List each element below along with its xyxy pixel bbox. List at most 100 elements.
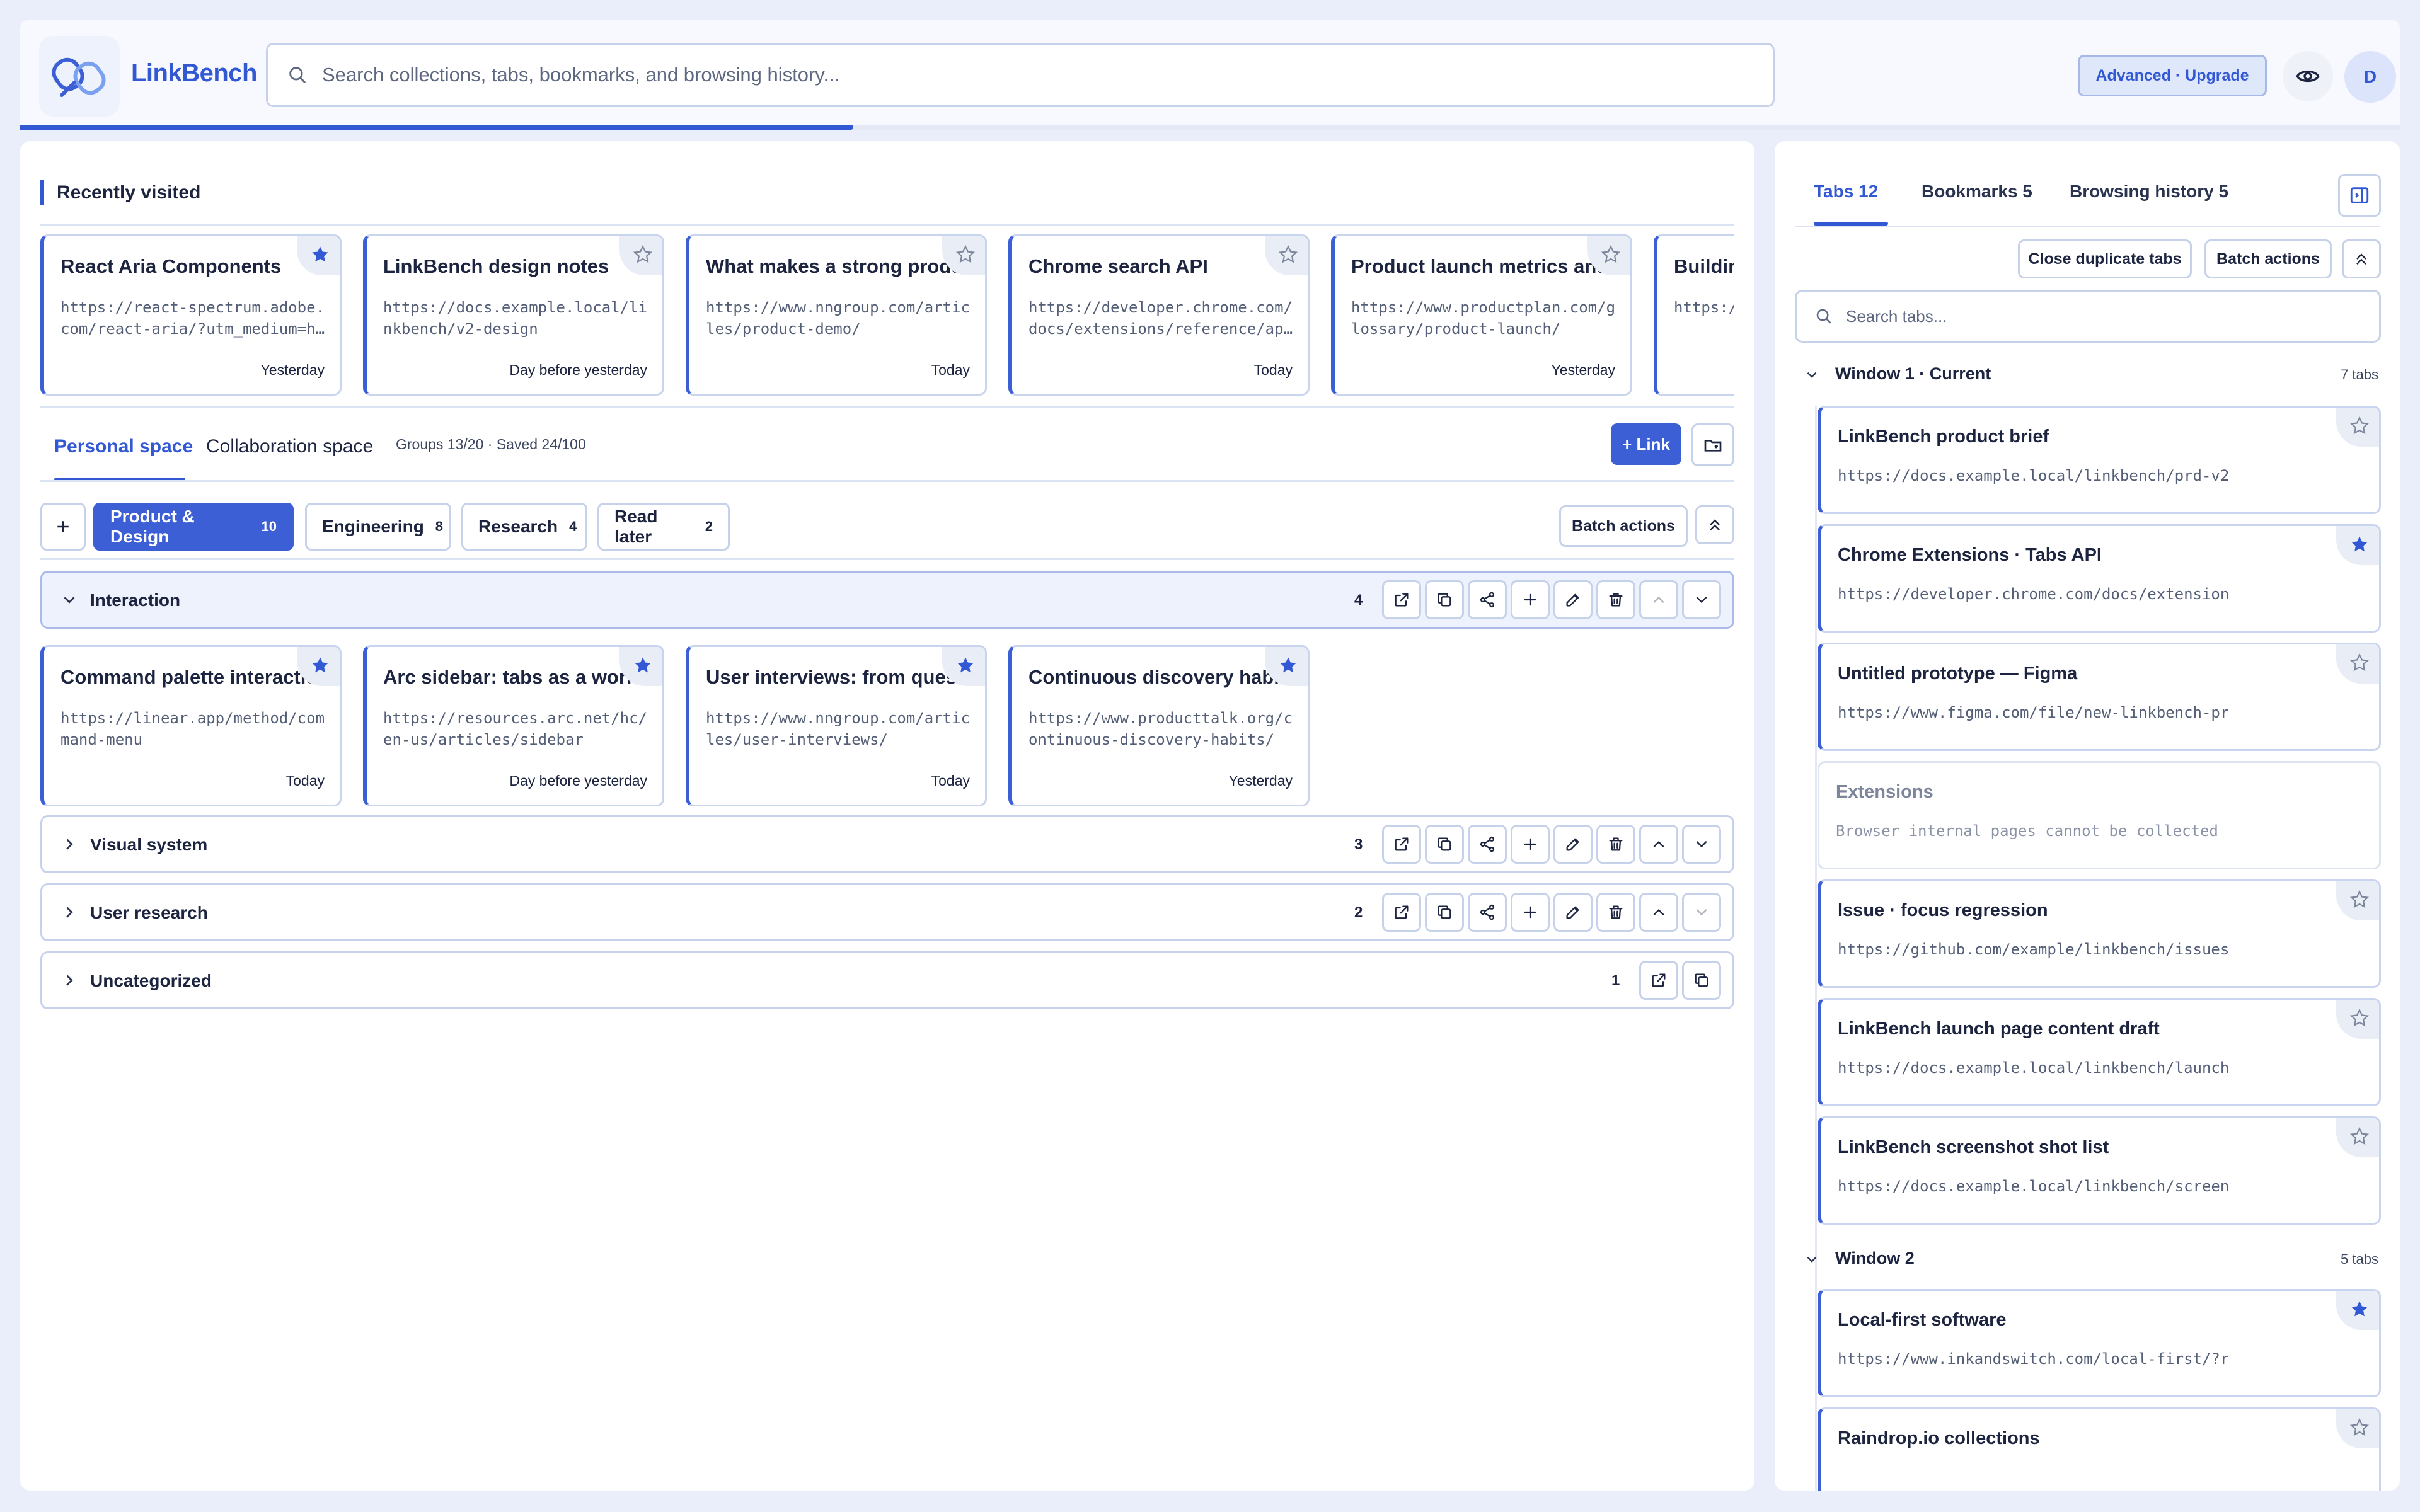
copy-links-button[interactable] — [1425, 580, 1464, 619]
visibility-toggle-button[interactable] — [2283, 51, 2333, 101]
chevron-down-icon[interactable] — [60, 590, 79, 609]
tab-search-input[interactable]: Search tabs... — [1795, 290, 2381, 343]
open-all-button[interactable] — [1382, 825, 1421, 864]
divider — [40, 224, 1734, 226]
group-chip[interactable]: Product & Design 10 — [93, 503, 294, 551]
link-card[interactable]: What makes a strong product https://www.n… — [686, 234, 987, 396]
share-group-button[interactable] — [1468, 825, 1507, 864]
edit-group-button[interactable] — [1553, 580, 1593, 619]
delete-group-button[interactable] — [1596, 580, 1635, 619]
edit-group-button[interactable] — [1553, 825, 1593, 864]
star-outline-icon[interactable] — [2336, 408, 2379, 447]
tab-item[interactable]: Untitled prototype — Figma https://www.fi… — [1818, 643, 2381, 751]
new-folder-button[interactable] — [1691, 423, 1734, 466]
add-group-button[interactable] — [40, 503, 86, 551]
link-card[interactable]: React Aria Components https://react-spect… — [40, 234, 342, 396]
chevron-right-icon[interactable] — [60, 903, 79, 922]
tabs-batch-actions-button[interactable]: Batch actions — [2204, 239, 2332, 278]
move-up-button[interactable] — [1639, 580, 1678, 619]
batch-actions-button[interactable]: Batch actions — [1559, 505, 1688, 547]
link-card[interactable]: Command palette interaction https://linea… — [40, 645, 342, 806]
divider — [40, 406, 1734, 408]
upgrade-button[interactable]: Advanced · Upgrade — [2078, 55, 2267, 96]
edit-group-button[interactable] — [1553, 893, 1593, 932]
share-group-button[interactable] — [1468, 893, 1507, 932]
chevron-right-icon[interactable] — [60, 971, 79, 990]
external-link-icon — [1393, 835, 1410, 853]
group-chip[interactable]: Engineering 8 — [305, 503, 451, 551]
collection-group[interactable]: User research 2 — [40, 883, 1734, 941]
tab-item-url: https://docs.example.local/linkbench/prd… — [1838, 467, 2228, 484]
link-card-time: Day before yesterday — [509, 772, 647, 789]
tab-item[interactable]: LinkBench launch page content draft https… — [1818, 998, 2381, 1106]
tab-item[interactable]: Issue · focus regression https://github.c… — [1818, 879, 2381, 988]
collection-group[interactable]: Visual system 3 — [40, 815, 1734, 873]
star-filled-icon[interactable] — [2336, 1291, 2379, 1330]
tab-collaboration-space[interactable]: Collaboration space — [206, 436, 373, 457]
link-card[interactable]: Buildin https:/ — [1654, 234, 1734, 396]
add-link-button[interactable]: + Link — [1611, 423, 1681, 465]
group-chip[interactable]: Read later 2 — [597, 503, 730, 551]
panel-toggle-button[interactable] — [2338, 174, 2381, 217]
collection-group[interactable]: Interaction 4 — [40, 571, 1734, 629]
user-avatar[interactable]: D — [2344, 51, 2396, 103]
chevron-right-icon[interactable] — [60, 835, 79, 854]
tab-tabs[interactable]: Tabs 12 — [1814, 181, 1878, 202]
open-all-button[interactable] — [1382, 893, 1421, 932]
open-all-button[interactable] — [1639, 961, 1678, 1000]
tab-personal-space[interactable]: Personal space — [54, 436, 193, 457]
copy-links-button[interactable] — [1682, 961, 1721, 1000]
group-chip[interactable]: Research 4 — [461, 503, 587, 551]
star-outline-icon[interactable] — [2336, 1000, 2379, 1039]
window-1-header[interactable]: Window 1 · Current 7 tabs — [1799, 362, 2378, 387]
tab-bookmarks[interactable]: Bookmarks 5 — [1922, 181, 2032, 202]
move-down-button[interactable] — [1682, 825, 1721, 864]
move-up-button[interactable] — [1639, 825, 1678, 864]
delete-group-button[interactable] — [1596, 825, 1635, 864]
trash-icon — [1607, 835, 1625, 853]
link-card-time: Today — [931, 772, 970, 789]
star-outline-icon[interactable] — [2336, 881, 2379, 920]
chevron-down-icon — [1693, 835, 1710, 853]
link-card[interactable]: Arc sidebar: tabs as a worksp https://res… — [363, 645, 664, 806]
add-to-group-button[interactable] — [1511, 825, 1550, 864]
link-card[interactable]: Product launch metrics and re https://www… — [1331, 234, 1632, 396]
window-name: Window 2 — [1835, 1249, 1915, 1268]
add-to-group-button[interactable] — [1511, 580, 1550, 619]
tab-item[interactable]: LinkBench product brief https://docs.exam… — [1818, 406, 2381, 514]
pencil-icon — [1564, 903, 1582, 921]
tab-item[interactable]: Raindrop.io collections — [1818, 1407, 2381, 1491]
link-card-url: https://www.nngroup.com/articles/product… — [706, 299, 971, 338]
collapse-windows-button[interactable] — [2342, 239, 2381, 278]
move-down-button[interactable] — [1682, 580, 1721, 619]
move-up-button[interactable] — [1639, 893, 1678, 932]
collection-group[interactable]: Uncategorized 1 — [40, 951, 1734, 1009]
link-card[interactable]: Chrome search API https://developer.chrom… — [1008, 234, 1310, 396]
link-card-time: Day before yesterday — [509, 362, 647, 378]
share-group-button[interactable] — [1468, 580, 1507, 619]
tab-item[interactable]: LinkBench screenshot shot list https://do… — [1818, 1116, 2381, 1225]
tab-browsing-history[interactable]: Browsing history 5 — [2070, 181, 2228, 202]
move-down-button[interactable] — [1682, 893, 1721, 932]
link-card[interactable]: LinkBench design notes https://docs.examp… — [363, 234, 664, 396]
link-card[interactable]: Continuous discovery habits https://www.p… — [1008, 645, 1310, 806]
window-2-header[interactable]: Window 2 5 tabs — [1799, 1246, 2378, 1271]
add-to-group-button[interactable] — [1511, 893, 1550, 932]
open-all-button[interactable] — [1382, 580, 1421, 619]
close-duplicate-tabs-button[interactable]: Close duplicate tabs — [2018, 239, 2192, 278]
copy-links-button[interactable] — [1425, 893, 1464, 932]
copy-links-button[interactable] — [1425, 825, 1464, 864]
collapse-all-button[interactable] — [1695, 505, 1734, 544]
delete-group-button[interactable] — [1596, 893, 1635, 932]
link-card[interactable]: User interviews: from questio https://www… — [686, 645, 987, 806]
link-card-title: Command palette interaction — [60, 666, 323, 688]
window-tab-count: 5 tabs — [2341, 1251, 2378, 1267]
external-link-icon — [1393, 591, 1410, 609]
star-outline-icon[interactable] — [2336, 1409, 2379, 1448]
global-search-input[interactable]: Search collections, tabs, bookmarks, and… — [266, 43, 1775, 107]
star-filled-icon[interactable] — [2336, 526, 2379, 565]
star-outline-icon[interactable] — [2336, 644, 2379, 684]
tab-item[interactable]: Chrome Extensions · Tabs API https://deve… — [1818, 524, 2381, 633]
star-outline-icon[interactable] — [2336, 1118, 2379, 1157]
tab-item[interactable]: Local-first software https://www.inkandsw… — [1818, 1289, 2381, 1397]
